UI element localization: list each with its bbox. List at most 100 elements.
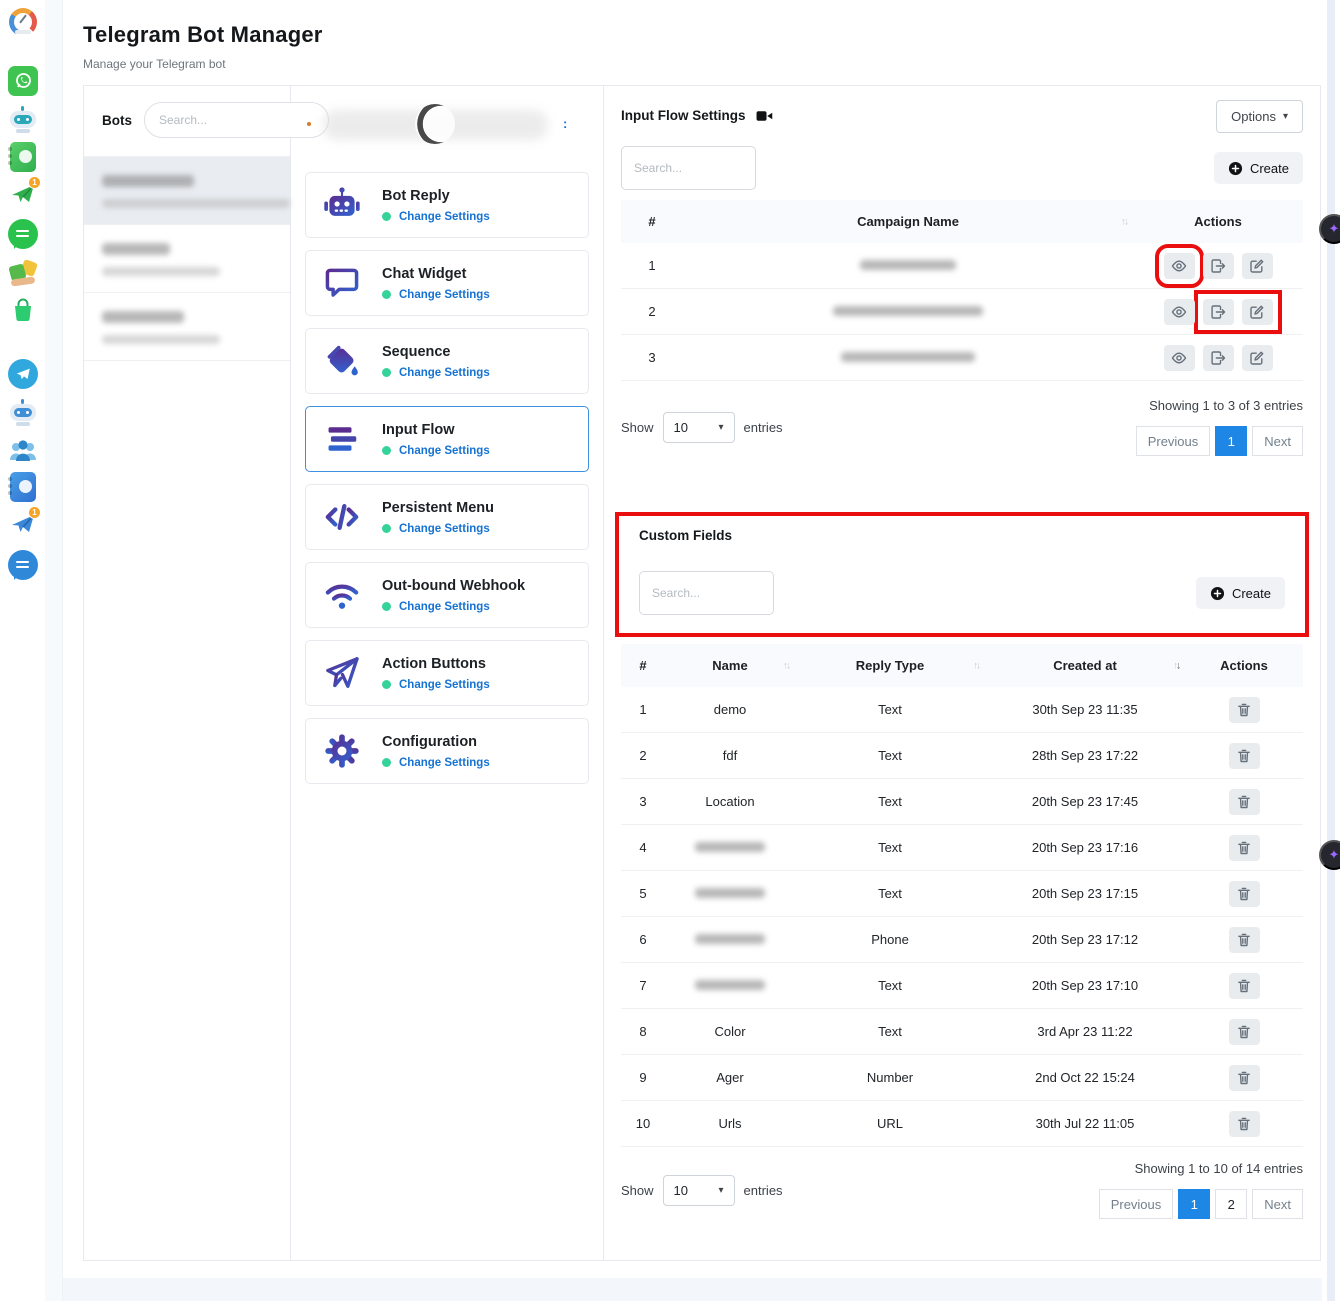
reply-type: Text (795, 748, 985, 763)
redacted-bot-username (102, 199, 290, 208)
chat-green-icon[interactable] (7, 218, 38, 249)
change-settings-link[interactable]: Change Settings (399, 601, 490, 613)
page-size-select[interactable]: 10▾ (663, 412, 735, 443)
shopping-bag-icon[interactable] (7, 294, 38, 325)
edit-button[interactable] (1242, 299, 1273, 325)
next-page-button[interactable]: Next (1252, 1189, 1303, 1219)
created-at: 20th Sep 23 17:45 (985, 794, 1185, 809)
telegram-icon[interactable] (7, 358, 38, 389)
pagination: Previous 1 2 Next (1099, 1189, 1303, 1219)
export-button[interactable] (1203, 299, 1234, 325)
sort-icon[interactable]: ↑↓ (783, 660, 789, 671)
delete-button[interactable] (1229, 835, 1260, 861)
menu-item-action-buttons[interactable]: Action Buttons Change Settings (305, 640, 589, 706)
menu-item-outbound-webhook[interactable]: Out-bound Webhook Change Settings (305, 562, 589, 628)
view-button[interactable] (1164, 253, 1195, 279)
pagination: Previous 1 Next (1136, 426, 1303, 456)
robot-teal-icon[interactable] (7, 103, 38, 134)
delete-button[interactable] (1229, 697, 1260, 723)
campaign-plane-green-icon[interactable]: 1 (7, 179, 38, 210)
status-dot (307, 122, 311, 126)
bot-list-item[interactable] (84, 293, 290, 361)
row-number: 6 (621, 932, 665, 947)
caret-down-icon: ▾ (719, 422, 724, 433)
reply-type: URL (795, 1116, 985, 1131)
settings-menu-panel: : Bot Reply Change Settings Chat Widget … (291, 86, 604, 1260)
field-name (665, 932, 795, 947)
column-header[interactable]: Created at↑↓ (985, 658, 1185, 673)
delete-button[interactable] (1229, 1019, 1260, 1045)
selected-bot-header: : (305, 100, 589, 160)
delete-button[interactable] (1229, 973, 1260, 999)
view-button[interactable] (1164, 299, 1195, 325)
change-settings-link[interactable]: Change Settings (399, 367, 490, 379)
scrollbar[interactable] (1327, 0, 1335, 1301)
delete-button[interactable] (1229, 1111, 1260, 1137)
custom-fields-search-input[interactable] (639, 571, 774, 615)
change-settings-link[interactable]: Change Settings (399, 211, 490, 223)
list-bars-icon (320, 417, 364, 461)
robot-blue-icon[interactable] (7, 396, 38, 427)
column-header[interactable]: Campaign Name ↑↓ (683, 214, 1133, 229)
menu-item-bot-reply[interactable]: Bot Reply Change Settings (305, 172, 589, 238)
view-button[interactable] (1164, 345, 1195, 371)
chat-blue-icon[interactable] (7, 549, 38, 580)
sort-icon[interactable]: ↑↓ (1173, 660, 1179, 671)
sort-icon[interactable]: ↑↓ (973, 660, 979, 671)
contact-book-green-icon[interactable] (7, 141, 38, 172)
page-button[interactable]: 2 (1215, 1189, 1247, 1219)
column-header[interactable]: Name↑↓ (665, 658, 795, 673)
notification-badge: 1 (28, 506, 41, 519)
menu-item-persistent-menu[interactable]: Persistent Menu Change Settings (305, 484, 589, 550)
sparkle-icon: ✦ (1329, 221, 1340, 237)
delete-button[interactable] (1229, 881, 1260, 907)
row-number: 8 (621, 1024, 665, 1039)
page-size-select[interactable]: 10▾ (663, 1175, 735, 1206)
page-button[interactable]: 1 (1215, 426, 1247, 456)
team-blue-icon[interactable] (7, 435, 38, 466)
change-settings-link[interactable]: Change Settings (399, 679, 490, 691)
reply-type: Number (795, 1070, 985, 1085)
previous-page-button[interactable]: Previous (1099, 1189, 1174, 1219)
status-dot (382, 602, 391, 611)
input-flow-search-input[interactable] (621, 146, 756, 190)
change-settings-link[interactable]: Change Settings (399, 289, 490, 301)
row-number: 4 (621, 840, 665, 855)
delete-button[interactable] (1229, 1065, 1260, 1091)
menu-item-input-flow[interactable]: Input Flow Change Settings (305, 406, 589, 472)
change-settings-link[interactable]: Change Settings (399, 757, 490, 769)
delete-button[interactable] (1229, 743, 1260, 769)
create-custom-field-button[interactable]: Create (1196, 577, 1285, 609)
menu-item-sequence[interactable]: Sequence Change Settings (305, 328, 589, 394)
page-button[interactable]: 1 (1178, 1189, 1210, 1219)
redacted-bot-name (102, 175, 194, 187)
table-row: 7 Text 20th Sep 23 17:10 (621, 963, 1303, 1009)
menu-item-chat-widget[interactable]: Chat Widget Change Settings (305, 250, 589, 316)
speedometer-icon[interactable] (7, 6, 38, 37)
delete-button[interactable] (1229, 789, 1260, 815)
previous-page-button[interactable]: Previous (1136, 426, 1211, 456)
contact-book-blue-icon[interactable] (7, 471, 38, 502)
integration-puzzle-icon[interactable] (7, 256, 38, 287)
next-page-button[interactable]: Next (1252, 426, 1303, 456)
paint-bucket-icon (320, 339, 364, 383)
menu-item-configuration[interactable]: Configuration Change Settings (305, 718, 589, 784)
options-button[interactable]: Options ▾ (1216, 100, 1303, 133)
status-dot (382, 290, 391, 299)
delete-button[interactable] (1229, 927, 1260, 953)
column-header[interactable]: Reply Type↑↓ (795, 658, 985, 673)
rail-divider (45, 0, 63, 1301)
table-row: 2 fdf Text 28th Sep 23 17:22 (621, 733, 1303, 779)
bot-list-item[interactable] (84, 225, 290, 293)
change-settings-link[interactable]: Change Settings (399, 445, 490, 457)
edit-button[interactable] (1242, 253, 1273, 279)
sort-icon[interactable]: ↑↓ (1121, 216, 1127, 227)
export-button[interactable] (1203, 345, 1234, 371)
whatsapp-icon[interactable] (7, 65, 38, 96)
export-button[interactable] (1203, 253, 1234, 279)
edit-button[interactable] (1242, 345, 1273, 371)
create-input-flow-button[interactable]: Create (1214, 152, 1303, 184)
campaign-plane-blue-icon[interactable]: 1 (7, 509, 38, 540)
change-settings-link[interactable]: Change Settings (399, 523, 490, 535)
bot-list-item[interactable] (84, 157, 290, 225)
